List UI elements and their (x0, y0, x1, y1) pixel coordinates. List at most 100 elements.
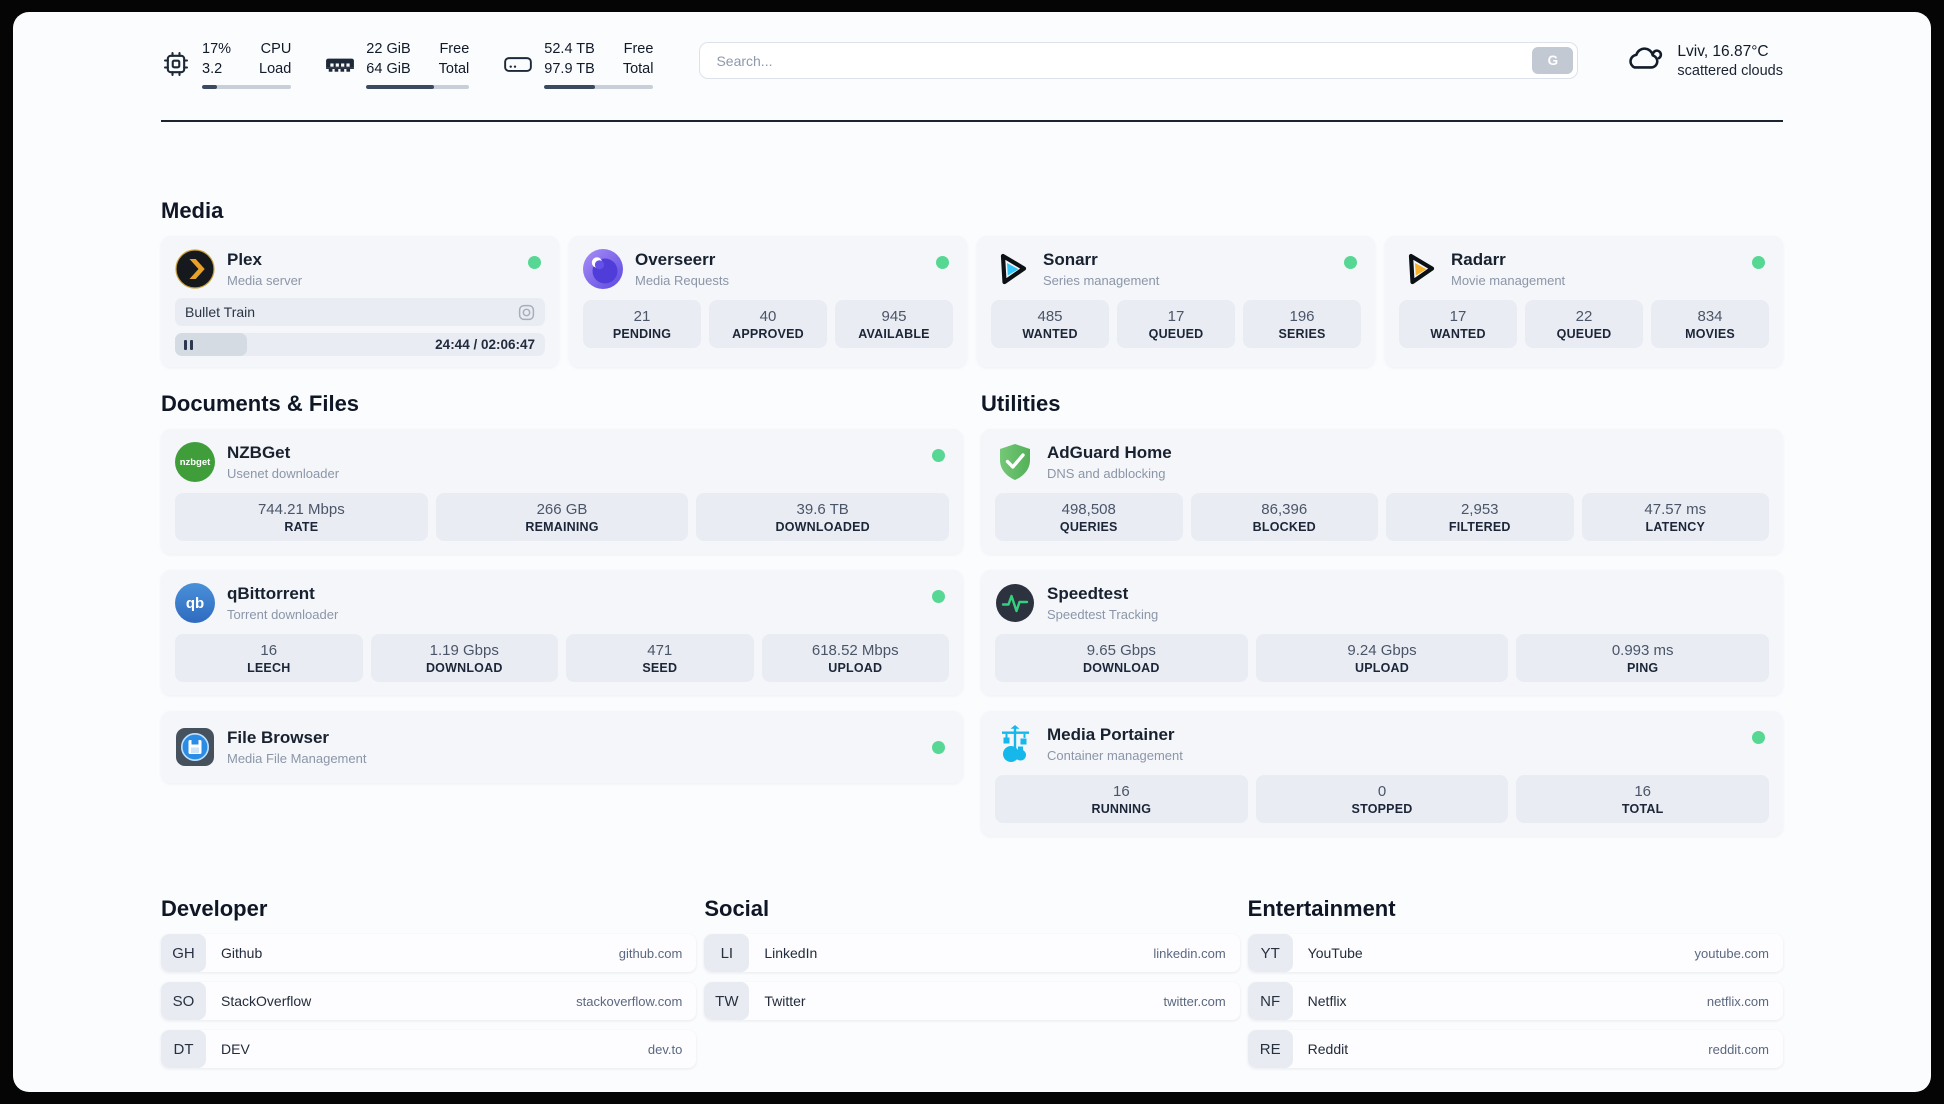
bookmark-domain: stackoverflow.com (576, 993, 683, 1009)
app-subtitle: DNS and adblocking (1047, 465, 1166, 481)
bookmark-group-developer: Developer GH Github github.com SO StackO… (161, 896, 697, 1068)
app-title: Overseerr (635, 250, 716, 270)
app-card-speedtest[interactable]: Speedtest Speedtest Tracking 9.65 Gbps D… (981, 570, 1783, 695)
stat-wanted: 17 WANTED (1399, 300, 1517, 348)
memory-widget: 22 GiB 64 GiB Free Total (325, 39, 470, 89)
bookmark-reddit[interactable]: RE Reddit reddit.com (1247, 1030, 1783, 1068)
app-card-sonarr[interactable]: Sonarr Series management 485 WANTED 17 Q… (977, 236, 1375, 367)
memory-icon (325, 49, 355, 79)
bookmark-stackoverflow[interactable]: SO StackOverflow stackoverflow.com (161, 982, 697, 1020)
header-divider (161, 120, 1783, 122)
playback-progressbar: 24:44 / 02:06:47 (175, 333, 545, 356)
memory-free: 22 GiB (366, 41, 411, 57)
memory-free-label: Free (439, 41, 470, 57)
portainer-icon (995, 724, 1035, 764)
weather-location-temp: Lviv, 16.87°C (1677, 43, 1769, 61)
overseerr-icon (583, 249, 623, 289)
stats-row: 16 LEECH 1.19 Gbps DOWNLOAD 471 SEED 618… (175, 634, 949, 682)
status-online-dot (528, 256, 541, 269)
bookmark-group-entertainment: Entertainment YT YouTube youtube.com NF … (1247, 896, 1783, 1068)
app-title: AdGuard Home (1047, 443, 1172, 463)
app-title: NZBGet (227, 443, 291, 463)
section-title-social: Social (704, 896, 770, 921)
bookmark-name: Twitter (764, 993, 806, 1009)
app-card-overseerr[interactable]: Overseerr Media Requests 21 PENDING 40 A… (569, 236, 967, 367)
cpu-label: CPU (260, 41, 292, 57)
bookmark-dev[interactable]: DT DEV dev.to (161, 1030, 697, 1068)
stats-row: 498,508 QUERIES 86,396 BLOCKED 2,953 FIL… (995, 493, 1769, 541)
radarr-icon (1399, 249, 1439, 289)
bookmark-domain: twitter.com (1163, 993, 1226, 1009)
stat-download: 9.65 Gbps DOWNLOAD (995, 634, 1248, 682)
app-card-adguard[interactable]: AdGuard Home DNS and adblocking 498,508 … (981, 429, 1783, 554)
disk-total: 97.9 TB (544, 61, 595, 77)
bookmark-abbr: SO (161, 982, 206, 1020)
disk-progressbar (544, 85, 654, 89)
cpu-load-label: Load (259, 61, 292, 77)
status-online-dot (932, 590, 945, 603)
disk-free-label: Free (623, 41, 654, 57)
bookmark-abbr: LI (704, 934, 750, 972)
bookmark-domain: dev.to (647, 1041, 683, 1057)
stat-wanted: 485 WANTED (991, 300, 1109, 348)
app-title: Speedtest (1047, 584, 1129, 604)
weather-condition: scattered clouds (1677, 62, 1783, 79)
bookmark-netflix[interactable]: NF Netflix netflix.com (1247, 982, 1783, 1020)
bookmark-name: Github (221, 945, 263, 961)
app-card-filebrowser[interactable]: File Browser Media File Management (161, 711, 963, 783)
bookmark-domain: github.com (618, 945, 683, 961)
disk-icon (503, 49, 533, 79)
bookmark-github[interactable]: GH Github github.com (161, 934, 697, 972)
search-bar: G (699, 42, 1579, 79)
cpu-progressbar (202, 85, 292, 89)
filebrowser-icon (175, 727, 215, 767)
app-card-qbittorrent[interactable]: qb qBittorrent Torrent downloader 16 LEE… (161, 570, 963, 695)
bookmark-name: StackOverflow (221, 993, 312, 1009)
stat-remaining: 266 GB REMAINING (435, 493, 689, 541)
cpu-icon (161, 49, 191, 79)
speedtest-icon (995, 583, 1035, 623)
app-card-nzbget[interactable]: nzbget NZBGet Usenet downloader 744.21 M… (161, 429, 963, 554)
status-online-dot (936, 256, 949, 269)
stat-queued: 17 QUEUED (1117, 300, 1235, 348)
section-title-developer: Developer (161, 896, 268, 921)
stat-queries: 498,508 QUERIES (995, 493, 1183, 541)
status-online-dot (932, 740, 945, 754)
bookmark-linkedin[interactable]: LI LinkedIn linkedin.com (704, 934, 1240, 972)
stat-series: 196 SERIES (1243, 300, 1361, 348)
now-playing-title: Bullet Train (185, 304, 256, 320)
bookmark-domain: reddit.com (1708, 1041, 1769, 1057)
bookmark-abbr: GH (161, 934, 206, 972)
bookmark-name: DEV (221, 1041, 250, 1057)
search-input[interactable] (699, 42, 1579, 79)
stat-ping: 0.993 ms PING (1516, 634, 1770, 682)
cpu-progress-fill (202, 85, 218, 89)
app-subtitle: Usenet downloader (227, 465, 340, 481)
app-subtitle: Container management (1047, 747, 1183, 763)
app-title: Radarr (1451, 250, 1506, 270)
top-bar: 17% 3.2 CPU Load 22 GiB 64 GiB Free Tota… (161, 12, 1783, 89)
cpu-load: 3.2 (202, 61, 223, 77)
media-cards-row: Plex Media server Bullet Train 24:44 / 0… (161, 236, 1783, 367)
app-card-plex[interactable]: Plex Media server Bullet Train 24:44 / 0… (161, 236, 559, 367)
cpu-widget: 17% 3.2 CPU Load (161, 39, 292, 89)
stat-upload: 9.24 Gbps UPLOAD (1255, 634, 1509, 682)
section-title-utilities: Utilities (981, 391, 1061, 416)
bookmark-abbr: TW (704, 982, 750, 1020)
stat-rate: 744.21 Mbps RATE (175, 493, 428, 541)
app-title: Plex (227, 250, 262, 270)
app-card-portainer[interactable]: Media Portainer Container management 16 … (981, 711, 1783, 836)
adguard-icon (995, 442, 1035, 482)
app-card-radarr[interactable]: Radarr Movie management 17 WANTED 22 QUE… (1385, 236, 1783, 367)
search-engine-button[interactable]: G (1532, 47, 1574, 74)
memory-progress-fill (366, 85, 435, 89)
bookmark-youtube[interactable]: YT YouTube youtube.com (1247, 934, 1783, 972)
bookmark-twitter[interactable]: TW Twitter twitter.com (704, 982, 1240, 1020)
pause-icon (184, 339, 193, 350)
stat-filtered: 2,953 FILTERED (1386, 493, 1574, 541)
cpu-percent: 17% (202, 41, 232, 57)
stat-latency: 47.57 ms LATENCY (1581, 493, 1769, 541)
memory-total: 64 GiB (366, 61, 411, 77)
stats-row: 17 WANTED 22 QUEUED 834 MOVIES (1399, 300, 1769, 348)
sonarr-icon (991, 249, 1031, 289)
